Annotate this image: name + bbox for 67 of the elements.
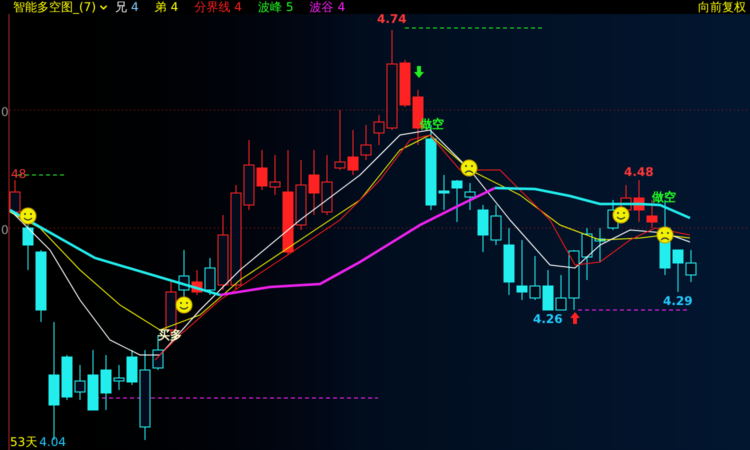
candlestick	[204, 258, 216, 296]
candlestick	[542, 270, 554, 310]
candlestick	[100, 354, 112, 410]
axis-label: 48	[11, 167, 26, 181]
parameter-value: 4	[234, 0, 242, 14]
candlestick	[192, 270, 202, 296]
parameter-name: 弟	[154, 0, 167, 14]
sad-face-icon	[656, 226, 674, 244]
candlestick	[672, 250, 684, 292]
candlestick	[256, 150, 268, 190]
price-label: 4.74	[377, 12, 407, 26]
price-level-line	[18, 174, 66, 176]
parameter-name: 波峰	[258, 0, 282, 14]
parameter-value: 5	[286, 0, 294, 14]
candlestick	[62, 354, 72, 400]
candlestick	[334, 110, 346, 170]
candlestick	[322, 154, 332, 216]
candlestick	[296, 160, 306, 230]
candlestick	[400, 60, 410, 108]
price-label: 4.26	[533, 312, 563, 326]
smiley-face-icon	[176, 296, 192, 314]
candlestick	[490, 204, 502, 246]
parameter-value: 4	[131, 0, 139, 14]
candlestick	[360, 124, 372, 160]
candlestick	[504, 228, 514, 296]
candlestick	[114, 364, 124, 390]
candlestick	[88, 350, 98, 410]
candlestick	[594, 228, 606, 262]
candlestick	[374, 114, 384, 146]
candlestick	[10, 180, 20, 216]
parameter-value: 4	[170, 0, 178, 14]
candlestick	[126, 350, 138, 386]
parameter-value: 4	[338, 0, 346, 14]
price-adjustment-label[interactable]: 向前复权	[698, 0, 746, 14]
indicator-title: 智能多空图_(7)	[13, 0, 96, 14]
axis-label: 0	[1, 105, 9, 119]
candlestick	[244, 140, 254, 210]
candlestick	[270, 154, 280, 196]
candlestick	[634, 180, 644, 222]
candlestick	[452, 180, 462, 222]
candlestick	[516, 240, 528, 300]
candlestick	[582, 228, 592, 280]
candlestick	[464, 182, 476, 210]
smiley-face-icon	[612, 206, 630, 224]
price-label: 4.48	[624, 165, 654, 179]
candlestick	[530, 256, 540, 300]
candlestick	[22, 224, 34, 270]
price-label: 4.04	[39, 435, 66, 449]
signal-label: 做空	[652, 190, 676, 204]
sad-face-icon	[460, 160, 478, 176]
up-arrow-icon	[570, 312, 580, 324]
candlestick	[74, 364, 86, 400]
candlestick	[478, 204, 488, 252]
candlestick	[308, 150, 320, 216]
parameter-name: 兄	[115, 0, 127, 14]
down-arrow-icon	[414, 66, 424, 78]
parameter-name: 分界线	[194, 0, 230, 14]
candlestick	[438, 174, 450, 210]
smiley-face-icon	[20, 208, 36, 224]
candlestick	[568, 250, 580, 310]
candlestick	[686, 250, 696, 282]
parameter-name: 波谷	[310, 0, 334, 14]
period-label: 53天	[10, 435, 38, 449]
candlestick	[348, 130, 358, 176]
candlestick	[556, 274, 566, 310]
axis-label: 0	[1, 223, 9, 237]
price-label: 4.29	[663, 294, 693, 308]
